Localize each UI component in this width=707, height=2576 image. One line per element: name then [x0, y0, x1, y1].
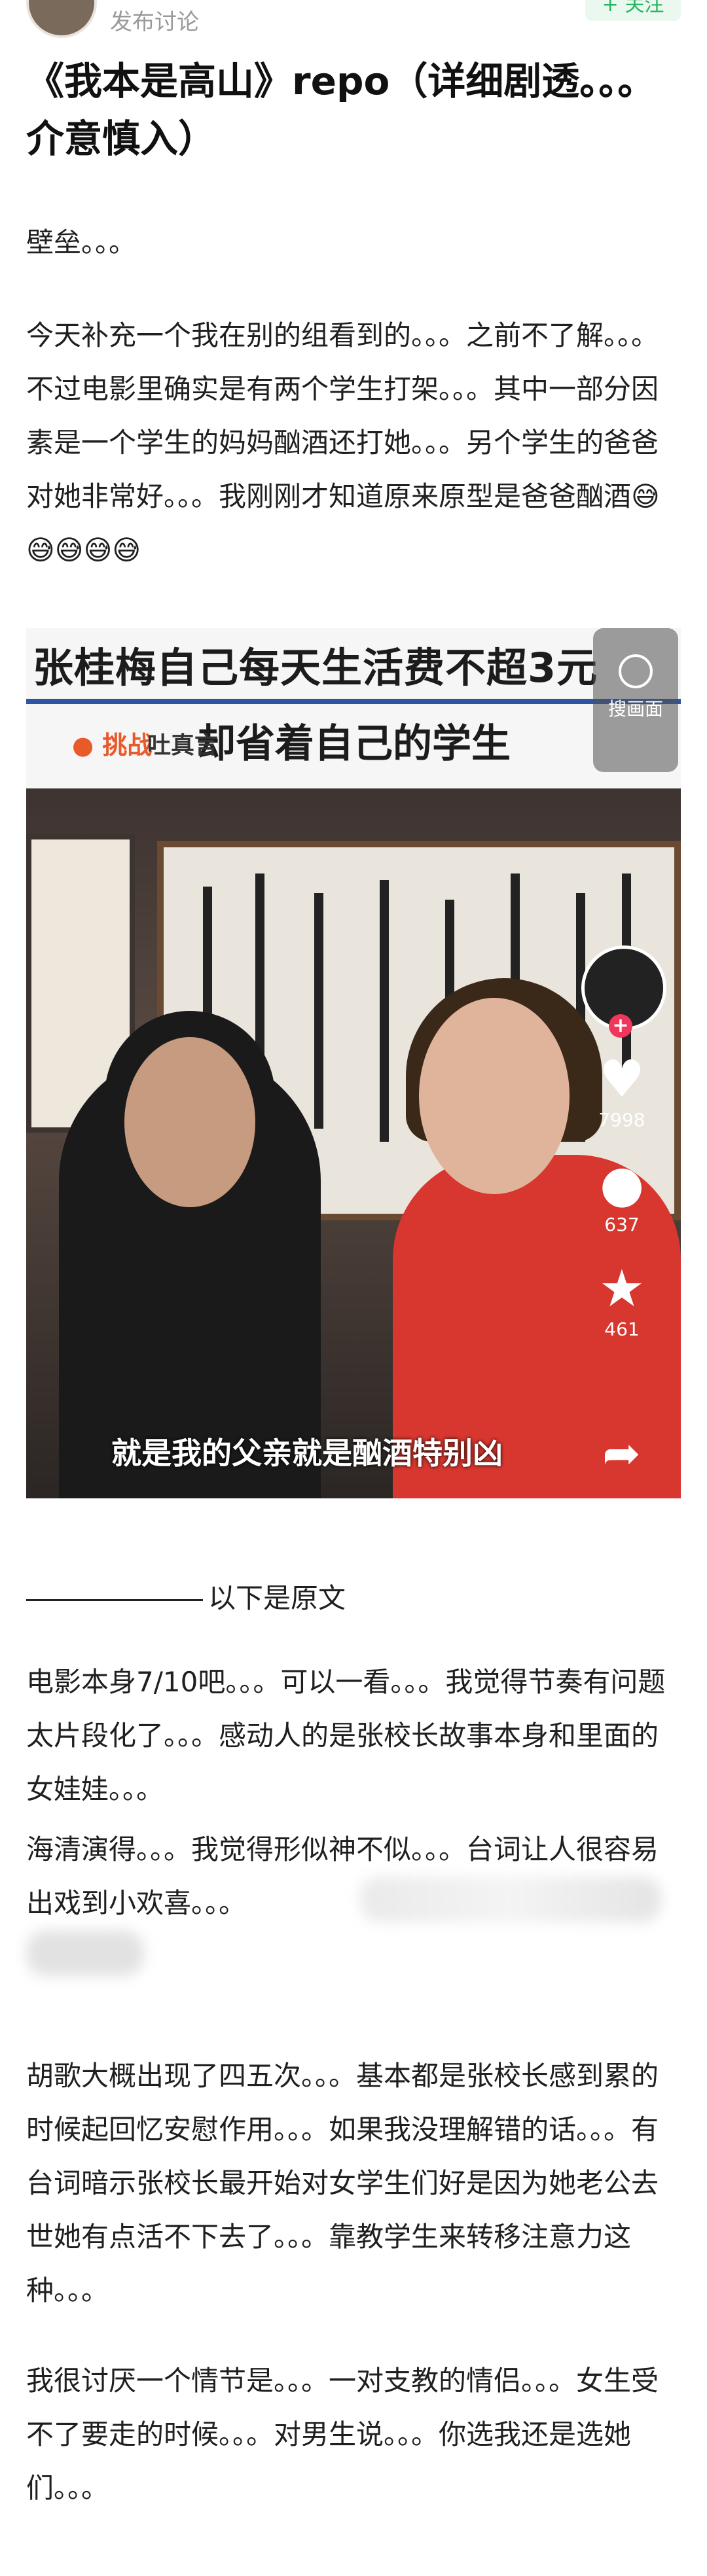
search-lens-icon	[619, 654, 653, 688]
post-title: 《我本是高山》repo（详细剧透。。。介意慎入）	[26, 59, 656, 161]
comment-button[interactable]: ● 637	[590, 1155, 653, 1235]
embedded-video-screenshot[interactable]: 张桂梅自己每天生活费不超3元 却省着自己的学生 ● 挑战 吐真言 搜画面 + ♥…	[26, 628, 681, 1498]
star-icon: ★	[599, 1260, 645, 1318]
video-caption-second: 却省着自己的学生	[196, 721, 511, 767]
challenge-text: 吐真言	[147, 732, 219, 759]
post-header: 发布讨论 + 关注	[0, 0, 707, 39]
star-count: 461	[604, 1318, 640, 1340]
search-frame-label: 搜画面	[607, 698, 663, 720]
divider-label: 以下是原文	[208, 1582, 346, 1614]
follow-button[interactable]: + 关注	[585, 0, 681, 21]
post-type-label: 发布讨论	[110, 9, 199, 35]
paragraph-6: 我很讨厌一个情节是。。。一对支教的情侣。。。女生受不了要走的时候。。。对男生说。…	[26, 2365, 659, 2504]
paragraph-3: 电影本身7/10吧。。。可以一看。。。我觉得节奏有问题太片段化了。。。感动人的是…	[26, 1666, 666, 1805]
comment-count: 637	[604, 1214, 640, 1235]
person-right-face	[419, 998, 570, 1194]
video-caption-area: 张桂梅自己每天生活费不超3元 却省着自己的学生 ● 挑战 吐真言 搜画面	[26, 628, 681, 788]
video-caption-top: 张桂梅自己每天生活费不超3元	[33, 644, 598, 692]
blurred-text-2	[26, 1930, 144, 1976]
heart-icon: ♥	[599, 1050, 645, 1109]
comment-icon: ●	[599, 1155, 645, 1214]
person-left-face	[124, 1037, 255, 1207]
blurred-text-1	[360, 1877, 661, 1922]
paragraph-1: 壁垒。。。	[26, 226, 137, 258]
challenge-tag: ● 挑战	[72, 731, 153, 760]
like-button[interactable]: ♥ 7998	[590, 1050, 653, 1131]
paragraph-5: 胡歌大概出现了四五次。。。基本都是张校长感到累的时候起回忆安慰作用。。。如果我没…	[26, 2060, 659, 2306]
like-count: 7998	[598, 1109, 645, 1131]
paragraph-2: 今天补充一个我在别的组看到的。。。之前不了解。。。不过电影里确实是有两个学生打架…	[26, 319, 660, 566]
author-avatar[interactable]	[26, 0, 97, 38]
original-text-divider: 以下是原文	[26, 1572, 681, 1625]
caption-rule	[26, 699, 681, 704]
video-subtitle: 就是我的父亲就是酗酒特别凶	[111, 1436, 503, 1471]
favorite-button[interactable]: ★ 461	[590, 1260, 653, 1340]
divider-dash	[26, 1599, 203, 1601]
share-icon[interactable]: ➦	[602, 1426, 641, 1480]
video-frame: + ♥ 7998 ● 637 ★ 461 就是我的父亲就是酗酒特别凶 ➦	[26, 788, 681, 1498]
follow-plus-icon[interactable]: +	[609, 1014, 632, 1038]
search-frame-button[interactable]: 搜画面	[593, 628, 678, 772]
